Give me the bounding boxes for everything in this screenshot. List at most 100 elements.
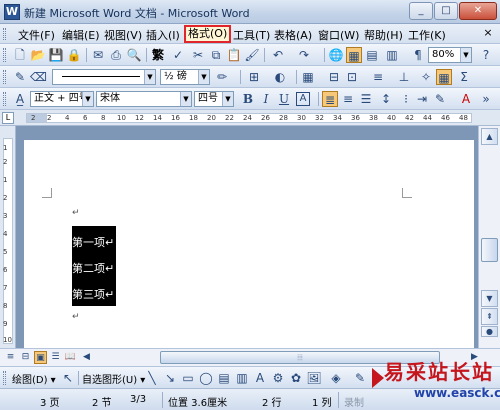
distributed-align-icon[interactable]: ☰: [358, 91, 374, 107]
chevron-down-icon[interactable]: ▼: [144, 70, 155, 84]
italic-button[interactable]: I: [258, 91, 274, 107]
arrow-tool-icon[interactable]: ↘: [162, 370, 178, 386]
email-icon[interactable]: ✉: [90, 47, 106, 63]
minimize-button[interactable]: _: [409, 2, 433, 20]
menu-tools[interactable]: 工具(T): [233, 27, 270, 43]
text-box-icon[interactable]: ▤: [216, 370, 232, 386]
list-item[interactable]: 第三项↵: [72, 286, 114, 302]
format-painter-icon[interactable]: 🖌: [244, 47, 260, 63]
outline-view-icon[interactable]: ☰: [49, 351, 62, 364]
character-border-button[interactable]: A: [296, 92, 310, 106]
highlight-icon[interactable]: ✎: [432, 91, 448, 107]
cut-icon[interactable]: ✂: [190, 47, 206, 63]
vertical-text-box-icon[interactable]: ▥: [234, 370, 250, 386]
tables-borders-icon[interactable]: ▦: [346, 47, 362, 63]
eraser-icon[interactable]: ⌫: [30, 69, 47, 85]
table-autoformat-icon[interactable]: ✧: [418, 69, 434, 85]
increase-indent-icon[interactable]: ⇥: [414, 91, 430, 107]
print-preview-icon[interactable]: 🔍: [126, 47, 142, 63]
font-size-select[interactable]: 四号 ▼: [194, 91, 234, 107]
print-layout-icon[interactable]: ▣: [34, 351, 47, 364]
hyperlink-icon[interactable]: 🌐: [328, 47, 344, 63]
align-justify-icon[interactable]: ≣: [322, 91, 338, 107]
menu-format[interactable]: 格式(O): [184, 25, 232, 43]
document-page[interactable]: ↵ 第一项↵ 第二项↵ 第三项↵ ↵: [24, 140, 474, 348]
autosum-icon[interactable]: Σ: [456, 69, 472, 85]
diagram-icon[interactable]: ⚙: [270, 370, 286, 386]
select-browse-object-icon[interactable]: ●: [481, 326, 498, 337]
tab-selector-icon[interactable]: L: [2, 112, 14, 124]
vertical-ruler-scale[interactable]: [3, 138, 13, 344]
menu-insert[interactable]: 插入(I): [146, 27, 180, 43]
grid-icon[interactable]: ▦: [436, 69, 452, 85]
menu-work[interactable]: 工作(K): [408, 27, 446, 43]
rectangle-tool-icon[interactable]: ▭: [180, 370, 196, 386]
ruler-scale[interactable]: 2 2 4 6 8 10 12 14 16 18 20 22 24 26 28 …: [26, 113, 472, 123]
insert-picture-icon[interactable]: 🖼: [306, 370, 322, 386]
fill-color-icon[interactable]: ◈: [328, 370, 344, 386]
show-hide-icon[interactable]: ¶: [410, 47, 426, 63]
merge-cells-icon[interactable]: ⊟: [326, 69, 342, 85]
traditional-chinese-icon[interactable]: 繁: [150, 47, 166, 63]
distribute-rows-icon[interactable]: ⊥: [396, 69, 412, 85]
status-record[interactable]: 录制: [344, 394, 364, 409]
wordart-icon[interactable]: A: [252, 370, 268, 386]
clip-art-icon[interactable]: ✿: [288, 370, 304, 386]
undo-icon[interactable]: ↶: [270, 47, 286, 63]
line-style-select[interactable]: ▼: [52, 69, 156, 85]
menu-window[interactable]: 窗口(W): [318, 27, 359, 43]
menu-view[interactable]: 视图(V): [104, 27, 142, 43]
font-color-button[interactable]: A: [458, 91, 474, 107]
draw-menu-button[interactable]: 绘图(D) ▾: [12, 371, 56, 386]
paste-icon[interactable]: 📋: [226, 47, 242, 63]
vertical-scrollbar[interactable]: ▲ ▼ ⇞ ●: [478, 126, 500, 348]
maximize-button[interactable]: □: [434, 2, 458, 20]
normal-view-icon[interactable]: ≡: [4, 351, 17, 364]
line-weight-select[interactable]: ½ 磅 ▼: [160, 69, 210, 85]
scrollbar-thumb[interactable]: [481, 238, 498, 262]
oval-tool-icon[interactable]: ◯: [198, 370, 214, 386]
open-folder-icon[interactable]: 📂: [30, 47, 46, 63]
style-select[interactable]: 正文 + 四号 ▼: [30, 91, 94, 107]
line-spacing-icon[interactable]: ↕: [378, 91, 394, 107]
scroll-down-icon[interactable]: ▼: [481, 290, 498, 307]
border-color-icon[interactable]: ✏: [214, 69, 230, 85]
shading-color-icon[interactable]: ◐: [272, 69, 288, 85]
copy-icon[interactable]: ⧉: [208, 47, 224, 63]
align-center-icon[interactable]: ≡: [340, 91, 356, 107]
styles-pane-icon[interactable]: A̲: [12, 91, 28, 107]
list-item[interactable]: 第一项↵: [72, 234, 114, 250]
menubar-grip-icon[interactable]: [3, 28, 6, 40]
bold-button[interactable]: B: [240, 91, 256, 107]
line-tool-icon[interactable]: ╲: [144, 370, 160, 386]
toolbar-grip-icon[interactable]: [3, 92, 6, 106]
redo-icon[interactable]: ↷: [296, 47, 312, 63]
word-app-icon[interactable]: W: [4, 4, 20, 20]
menu-help[interactable]: 帮助(H): [364, 27, 403, 43]
borders-icon[interactable]: ⊞: [246, 69, 262, 85]
close-document-icon[interactable]: ×: [481, 26, 495, 40]
print-icon[interactable]: ⎙: [108, 47, 124, 63]
draw-table-icon[interactable]: ✎: [12, 69, 28, 85]
font-select[interactable]: 宋体 ▼: [96, 91, 192, 107]
chevron-down-icon[interactable]: ▼: [180, 92, 191, 106]
web-layout-icon[interactable]: ⊟: [19, 351, 32, 364]
menu-file[interactable]: 文件(F): [18, 27, 55, 43]
toolbar-grip-icon[interactable]: [3, 371, 6, 385]
chevron-down-icon[interactable]: ▼: [198, 70, 209, 84]
document-area[interactable]: ↵ 第一项↵ 第二项↵ 第三项↵ ↵: [16, 126, 478, 348]
scroll-left-icon[interactable]: ◀: [80, 351, 93, 364]
help-icon[interactable]: ?: [478, 47, 494, 63]
zoom-select[interactable]: 80% ▼: [428, 47, 472, 63]
toolbar-grip-icon[interactable]: [3, 48, 6, 62]
list-item[interactable]: 第二项↵: [72, 260, 114, 276]
menu-edit[interactable]: 编辑(E): [62, 27, 100, 43]
scroll-up-icon[interactable]: ▲: [481, 128, 498, 145]
reading-view-icon[interactable]: 📖: [64, 351, 77, 364]
permission-icon[interactable]: 🔒: [66, 47, 82, 63]
close-window-button[interactable]: ✕: [459, 2, 497, 20]
insert-table-icon[interactable]: ▦: [300, 69, 316, 85]
spelling-icon[interactable]: ✓: [170, 47, 186, 63]
underline-button[interactable]: U: [276, 91, 292, 107]
line-color-icon[interactable]: ✎: [352, 370, 368, 386]
